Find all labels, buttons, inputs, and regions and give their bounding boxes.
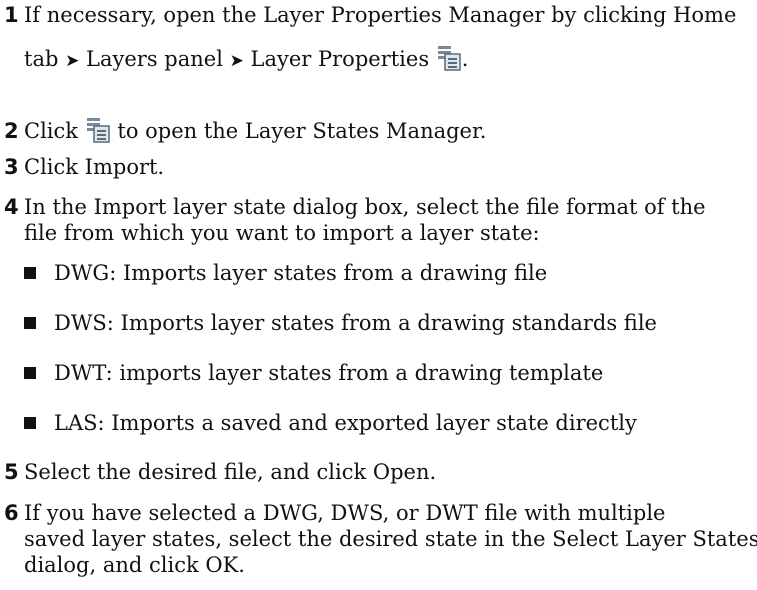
- step-text: Layers panel: [86, 47, 223, 71]
- step-text: file from which you want to import a lay…: [24, 221, 540, 245]
- step-6: 6 If you have selected a DWG, DWS, or DWT…: [4, 502, 756, 524]
- bullet-text: DWS: Imports layer states from a drawing…: [54, 311, 657, 335]
- step-number: 1: [4, 3, 19, 27]
- step-5: 5 Select the desired file, and click Open…: [4, 461, 756, 483]
- step-number: 2: [4, 119, 19, 143]
- list-item: DWG: Imports layer states from a drawing…: [24, 262, 547, 284]
- layer-properties-icon: [437, 46, 461, 71]
- step-text: In the Import layer state dialog box, se…: [24, 195, 706, 219]
- list-item: DWT: imports layer states from a drawing…: [24, 362, 603, 384]
- step-number: 5: [4, 460, 19, 484]
- step-text: saved layer states, select the desired s…: [24, 527, 757, 551]
- step-text: If necessary, open the Layer Properties …: [24, 3, 737, 27]
- bullet-square-icon: [24, 267, 36, 279]
- bullet-square-icon: [24, 367, 36, 379]
- step-number: 3: [4, 155, 19, 179]
- step-4-continuation: file from which you want to import a lay…: [4, 222, 756, 244]
- step-3: 3 Click Import.: [4, 156, 756, 178]
- step-text: to open the Layer States Manager.: [117, 119, 487, 143]
- step-1: 1 If necessary, open the Layer Properties…: [4, 4, 756, 26]
- step-text: Click: [24, 119, 78, 143]
- step-1-continuation: tab ➤ Layers panel ➤ Layer Properties .: [4, 44, 756, 72]
- step-text: .: [461, 47, 469, 71]
- bullet-text: DWG: Imports layer states from a drawing…: [54, 261, 548, 285]
- step-6-continuation: saved layer states, select the desired s…: [4, 527, 757, 551]
- step-text: Select the desired file, and click Open.: [24, 460, 437, 484]
- bullet-square-icon: [24, 317, 36, 329]
- step-4: 4 In the Import layer state dialog box, s…: [4, 196, 756, 218]
- step-2: 2 Click to open the Layer States Manager.: [4, 116, 756, 144]
- step-text: dialog, and click OK.: [24, 553, 245, 577]
- bullet-square-icon: [24, 417, 36, 429]
- bullet-text: LAS: Imports a saved and exported layer …: [54, 411, 637, 435]
- step-text: tab: [24, 47, 59, 71]
- arrow-icon: ➤: [65, 51, 80, 71]
- step-number: 4: [4, 195, 19, 219]
- step-number: 6: [4, 501, 19, 525]
- step-text: Layer Properties: [250, 47, 430, 71]
- list-item: DWS: Imports layer states from a drawing…: [24, 312, 657, 334]
- arrow-icon: ➤: [229, 51, 244, 71]
- list-item: LAS: Imports a saved and exported layer …: [24, 412, 637, 434]
- step-text: If you have selected a DWG, DWS, or DWT …: [24, 501, 666, 525]
- bullet-text: DWT: imports layer states from a drawing…: [54, 361, 604, 385]
- step-6-continuation: dialog, and click OK.: [4, 554, 756, 576]
- layer-states-icon: [86, 118, 110, 143]
- step-text: Click Import.: [24, 155, 165, 179]
